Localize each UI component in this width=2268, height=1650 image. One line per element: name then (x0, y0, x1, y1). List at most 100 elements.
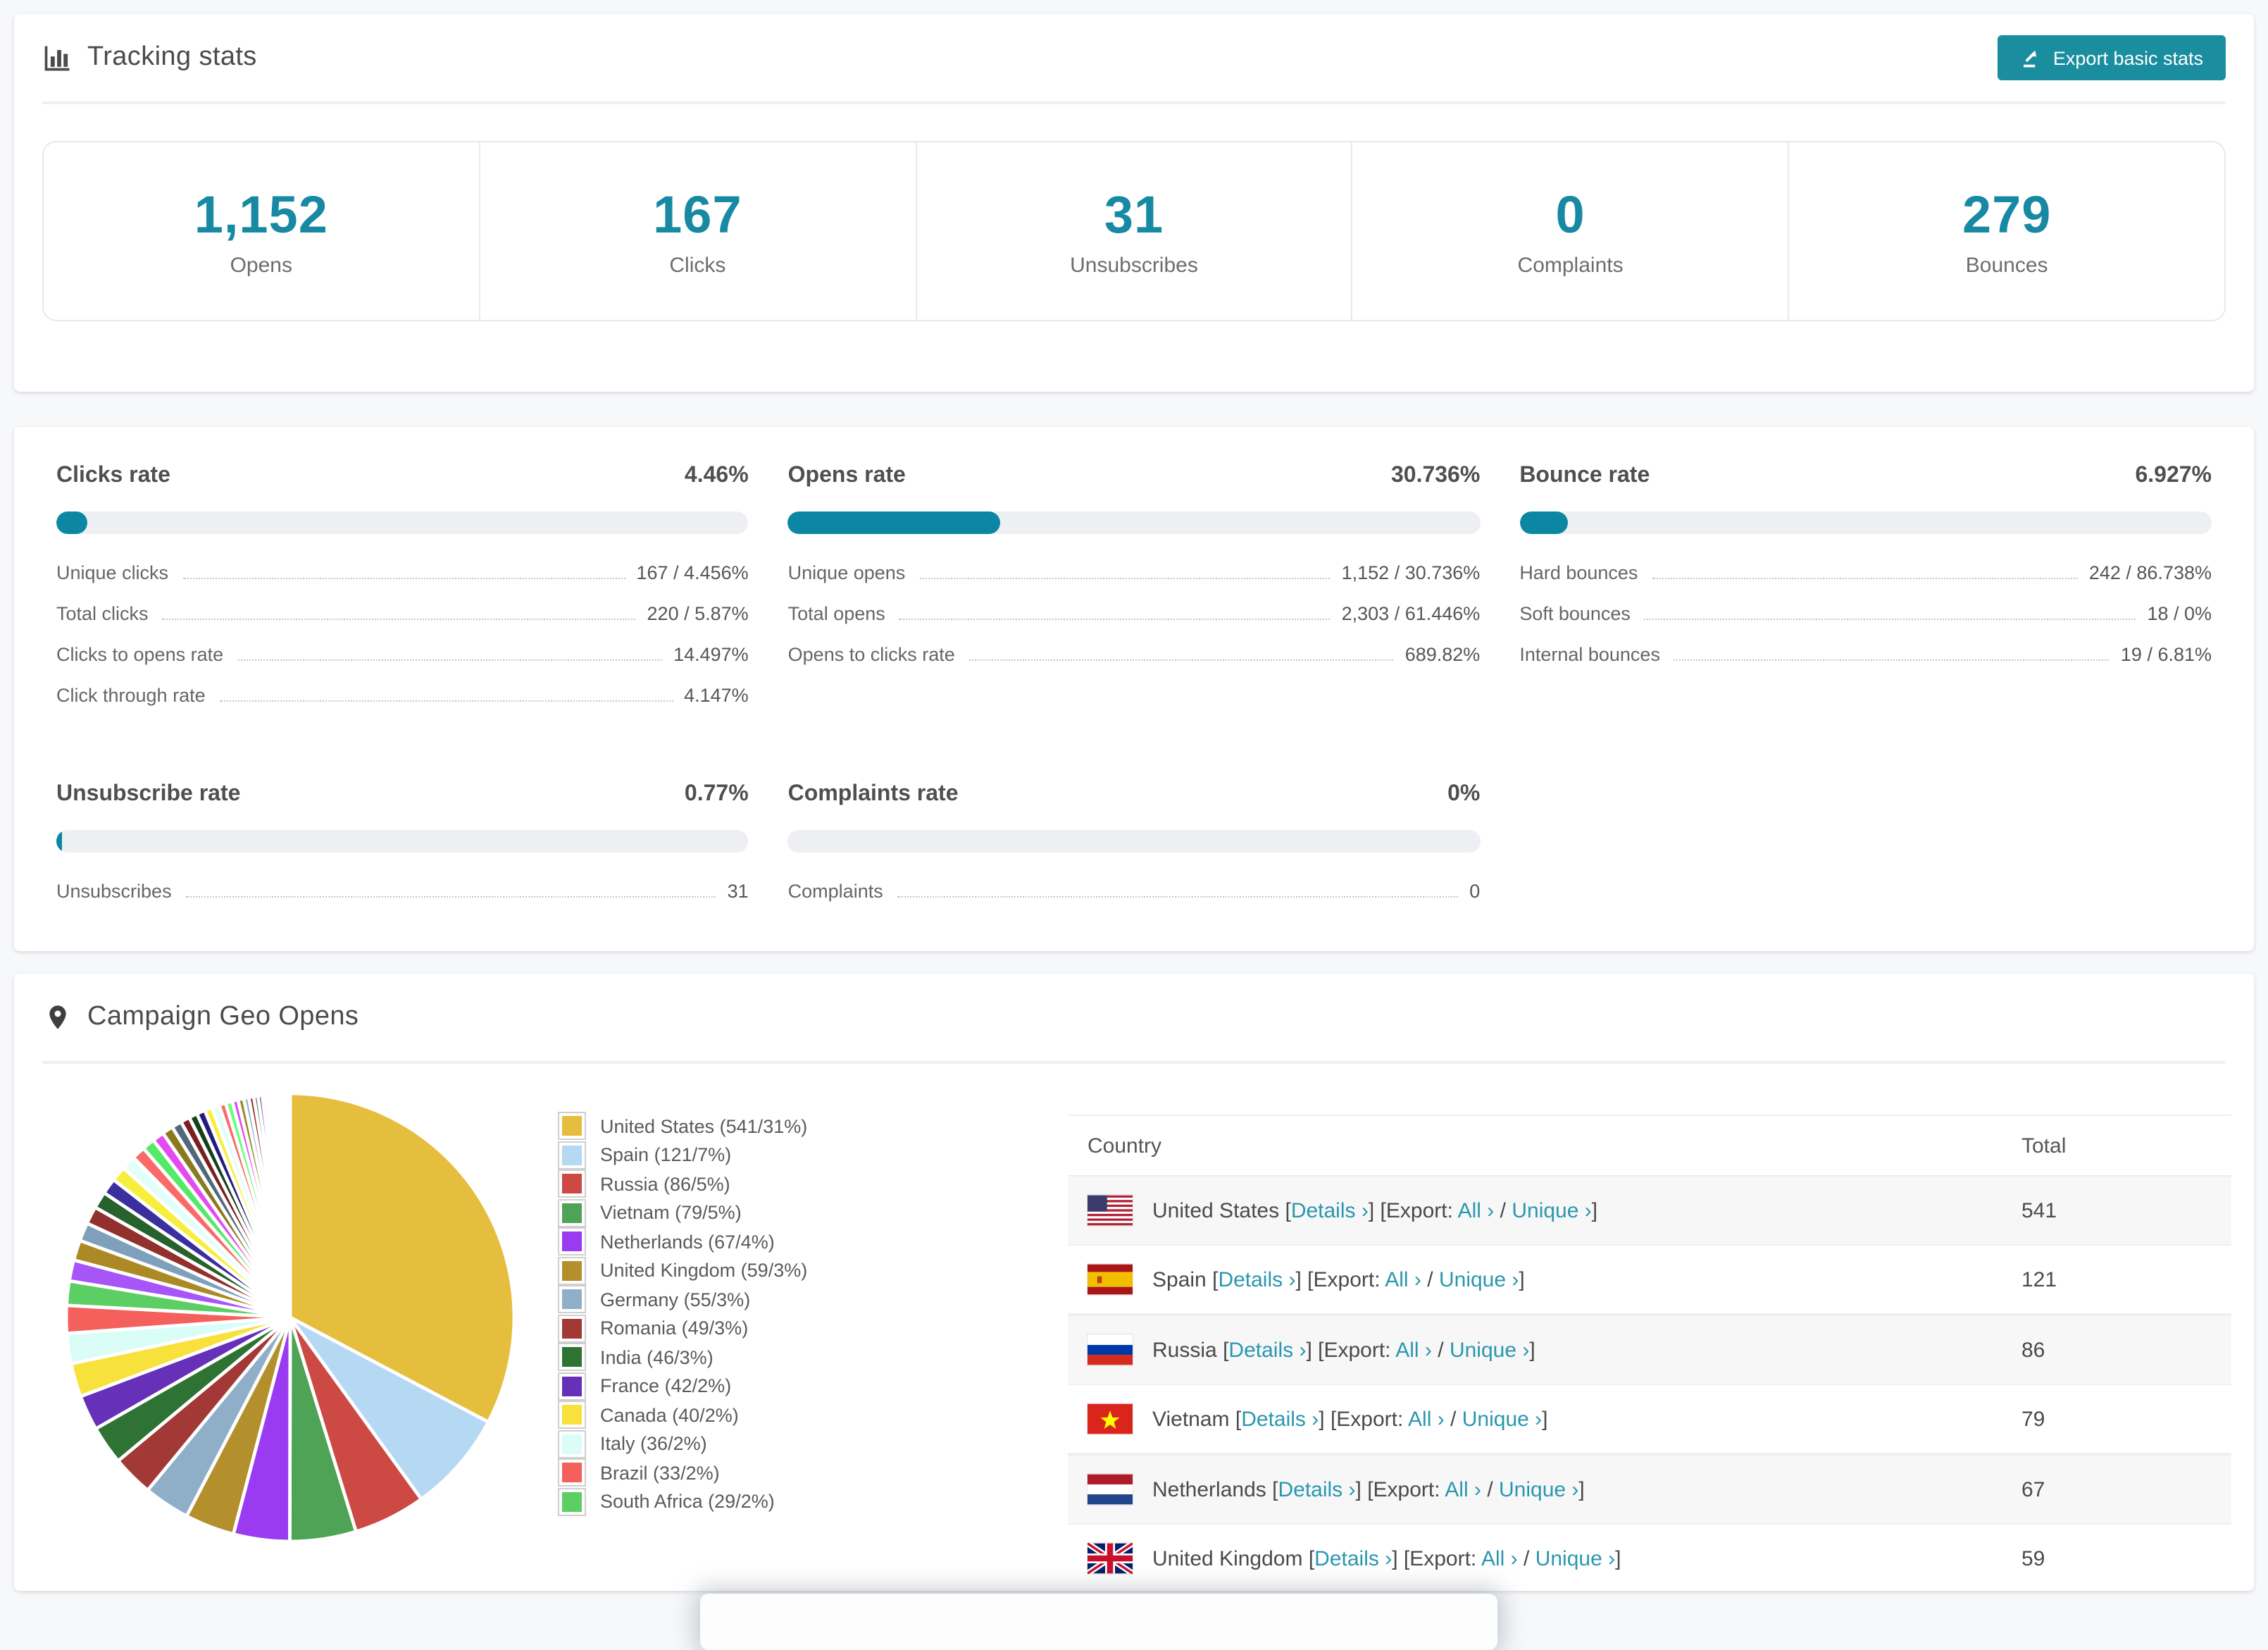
export-all-link[interactable]: All › (1458, 1198, 1495, 1222)
stat-value: 31 (1104, 185, 1164, 243)
legend-value: 49 (687, 1317, 709, 1339)
legend-item[interactable]: United States ( 541 / 31% ) (558, 1112, 1048, 1141)
legend-value: 59 (747, 1260, 768, 1282)
stat-label: Complaints (1517, 253, 1624, 277)
legend-item[interactable]: Spain ( 121 / 7% ) (558, 1141, 1048, 1170)
table-row-ru: Russia [Details ›] [Export: All › / Uniq… (1068, 1315, 2231, 1385)
rate-value: 4.46% (684, 464, 749, 488)
legend-country: Canada (600, 1404, 667, 1426)
detail-label: Opens to clicks rate (787, 644, 955, 665)
tracking-stats-card: Tracking stats Export basic stats 1,152 O… (14, 14, 2254, 392)
export-basic-stats-button[interactable]: Export basic stats (1998, 35, 2226, 80)
export-unique-link[interactable]: Unique › (1462, 1407, 1542, 1431)
legend-pct: 5% (707, 1202, 735, 1224)
legend-country: Russia (600, 1173, 659, 1195)
geo-title: Campaign Geo Opens (87, 1002, 359, 1031)
rate-panel-unsubscribe-rate: Unsubscribe rate 0.77% Unsubscribes 31 (56, 782, 749, 922)
legend-value: 86 (670, 1173, 692, 1195)
legend-item[interactable]: Russia ( 86 / 5% ) (558, 1170, 1048, 1198)
export-all-link[interactable]: All › (1445, 1477, 1481, 1501)
legend-item[interactable]: United Kingdom ( 59 / 3% ) (558, 1256, 1048, 1285)
country-links: Vietnam [Details ›] [Export: All › / Uni… (1152, 1407, 1548, 1431)
export-unique-link[interactable]: Unique › (1535, 1546, 1615, 1570)
country-name: Vietnam (1152, 1407, 1230, 1431)
legend-swatch-icon (558, 1487, 586, 1516)
details-link[interactable]: Details › (1241, 1407, 1319, 1431)
total-cell: 79 (2021, 1407, 2045, 1431)
details-link[interactable]: Details › (1278, 1477, 1355, 1501)
detail-value: 167 / 4.456% (636, 562, 749, 583)
slash: / (1500, 1198, 1506, 1222)
rate-panel-opens-rate: Opens rate 30.736% Unique opens 1,152 / 30.… (787, 464, 1481, 726)
rate-panel-clicks-rate: Clicks rate 4.46% Unique clicks 167 / 4.456… (56, 464, 749, 726)
rate-title: Unsubscribe rate (56, 782, 241, 806)
detail-value: 14.497% (673, 644, 749, 665)
export-unique-link[interactable]: Unique › (1439, 1267, 1519, 1291)
export-all-link[interactable]: All › (1385, 1267, 1421, 1291)
detail-label: Internal bounces (1519, 644, 1660, 665)
column-header-country: Country (1088, 1134, 1162, 1158)
details-link[interactable]: Details › (1228, 1338, 1306, 1362)
bar-chart-icon (42, 42, 73, 73)
dotted-leader (968, 659, 1394, 661)
rate-panel-header: Unsubscribe rate 0.77% (56, 782, 749, 807)
bracket: ] (1519, 1267, 1525, 1291)
legend-item[interactable]: Vietnam ( 79 / 5% ) (558, 1198, 1048, 1227)
legend-country: United Kingdom (600, 1260, 736, 1282)
export-all-link[interactable]: All › (1481, 1546, 1518, 1570)
legend-swatch-color (562, 1232, 582, 1252)
export-all-link[interactable]: All › (1395, 1338, 1432, 1362)
total-cell: 541 (2021, 1198, 2057, 1222)
slash: / (1427, 1267, 1433, 1291)
legend-country: South Africa (600, 1491, 703, 1513)
rate-value: 30.736% (1390, 464, 1481, 488)
legend-item[interactable]: Canada ( 40 / 2% ) (558, 1401, 1048, 1429)
rate-value: 6.927% (2135, 464, 2212, 488)
progress-bar-fill (787, 511, 1001, 534)
detail-value: 689.82% (1404, 644, 1481, 665)
legend-item[interactable]: Italy ( 36 / 2% ) (558, 1429, 1048, 1458)
legend-pct: 2% (697, 1375, 725, 1397)
export-unique-link[interactable]: Unique › (1512, 1198, 1591, 1222)
details-link[interactable]: Details › (1314, 1546, 1392, 1570)
pie-slice-other[interactable] (287, 1091, 292, 1320)
legend-item[interactable]: Romania ( 49 / 3% ) (558, 1314, 1048, 1343)
legend-swatch-color (562, 1491, 582, 1512)
country-cell: Spain [Details ›] [Export: All › / Uniqu… (1088, 1264, 2021, 1295)
legend-item[interactable]: Netherlands ( 67 / 4% ) (558, 1227, 1048, 1256)
export-unique-link[interactable]: Unique › (1499, 1477, 1578, 1501)
legend-item[interactable]: Brazil ( 33 / 2% ) (558, 1458, 1048, 1487)
details-link[interactable]: Details › (1291, 1198, 1369, 1222)
export-unique-link[interactable]: Unique › (1450, 1338, 1529, 1362)
total-cell: 86 (2021, 1338, 2045, 1362)
legend-item[interactable]: South Africa ( 29 / 2% ) (558, 1487, 1048, 1516)
detail-label: Unsubscribes (56, 881, 172, 902)
flag-vn-icon (1088, 1403, 1133, 1434)
stat-card-clicks: 167 Clicks (480, 142, 917, 320)
stat-label: Unsubscribes (1070, 253, 1198, 277)
country-name: Netherlands (1152, 1477, 1266, 1501)
legend-country: Brazil (600, 1462, 648, 1484)
bracket: [ (1367, 1477, 1373, 1501)
dotted-leader (185, 896, 716, 898)
legend-value: 40 (678, 1404, 700, 1426)
legend-item[interactable]: India ( 46 / 3% ) (558, 1343, 1048, 1372)
details-link[interactable]: Details › (1218, 1267, 1295, 1291)
dotted-leader (1674, 659, 2110, 661)
legend-swatch-color (562, 1289, 582, 1310)
legend-item[interactable]: France ( 42 / 2% ) (558, 1372, 1048, 1401)
bracket: ] (1306, 1338, 1312, 1362)
legend-item[interactable]: Germany ( 55 / 3% ) (558, 1285, 1048, 1314)
legend-country: Netherlands (600, 1231, 703, 1253)
rate-detail-row: Unique clicks 167 / 4.456% (56, 562, 749, 603)
stat-value: 1,152 (194, 185, 328, 243)
geo-content: United States ( 541 / 31% ) Spain ( 121 /… (14, 1064, 2254, 1591)
legend-swatch-color (562, 1318, 582, 1339)
flag-gb-icon (1088, 1543, 1133, 1574)
country-cell: United States [Details ›] [Export: All ›… (1088, 1195, 2021, 1226)
country-links: Spain [Details ›] [Export: All › / Uniqu… (1152, 1267, 1525, 1291)
stat-card-bounces: 279 Bounces (1789, 142, 2224, 320)
progress-bar (56, 830, 749, 852)
detail-label: Clicks to opens rate (56, 644, 224, 665)
export-all-link[interactable]: All › (1408, 1407, 1445, 1431)
